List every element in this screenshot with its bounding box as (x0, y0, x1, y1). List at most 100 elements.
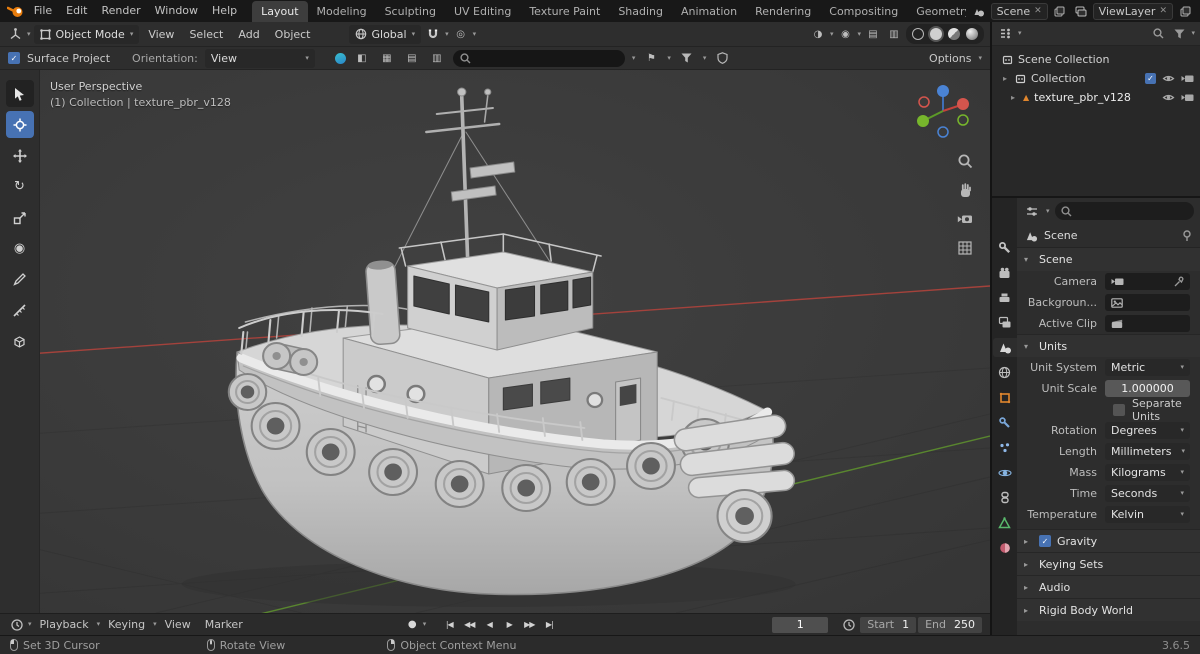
object-hide-eye-icon[interactable] (1161, 92, 1175, 104)
properties-editor-icon[interactable] (1023, 202, 1041, 220)
outliner-row-object[interactable]: ▸ ▲ texture_pbr_v128 (992, 88, 1200, 107)
camera-field[interactable] (1105, 273, 1190, 290)
section-rigid-body-world[interactable]: ▸ Rigid Body World (1017, 598, 1200, 621)
shading-solid-button[interactable] (928, 26, 944, 42)
tab-constraints[interactable] (993, 488, 1017, 507)
xray-toggle-icon[interactable]: ▥ (885, 25, 903, 43)
tool-transform[interactable]: ◉ (6, 235, 34, 262)
gizmo-z-axis[interactable] (937, 85, 949, 97)
overlays-toggle-icon[interactable]: ▤ (864, 25, 882, 43)
current-frame-field[interactable]: 1 (772, 616, 829, 633)
tool-measure[interactable] (6, 297, 34, 324)
workspace-tab-rendering[interactable]: Rendering (746, 1, 820, 22)
menu-file[interactable]: File (27, 0, 59, 22)
outliner-editor-icon[interactable] (997, 25, 1015, 43)
mode-dropdown[interactable]: Object Mode ▾ (33, 24, 140, 44)
workspace-tab-compositing[interactable]: Compositing (820, 1, 907, 22)
visibility-caret-icon[interactable]: ▾ (830, 30, 834, 38)
pan-hand-icon[interactable] (956, 181, 974, 199)
background-field[interactable] (1105, 294, 1190, 311)
workspace-tab-texture-paint[interactable]: Texture Paint (520, 1, 609, 22)
rotation-dropdown[interactable]: Degrees ▾ (1105, 422, 1190, 439)
transform-orientation-dropdown[interactable]: Global ▾ (348, 24, 422, 44)
tab-physics[interactable] (993, 463, 1017, 482)
new-viewlayer-icon[interactable] (1176, 2, 1194, 20)
filter-funnel-icon[interactable] (678, 49, 696, 67)
viewport-3d[interactable]: User Perspective (1) Collection | textur… (0, 70, 990, 613)
menu-window[interactable]: Window (148, 0, 205, 22)
auto-keying-caret-icon[interactable]: ▾ (423, 621, 427, 628)
workspace-tab-layout[interactable]: Layout (252, 1, 308, 22)
gizmo-z-neg[interactable] (937, 126, 949, 138)
snap-caret-icon[interactable]: ▾ (445, 30, 449, 38)
zoom-icon[interactable] (956, 152, 974, 170)
shading-wireframe-button[interactable] (910, 26, 926, 42)
collection-exclude-checkbox[interactable]: ✓ (1145, 73, 1156, 84)
snap-mode-b-icon[interactable]: ▦ (378, 49, 396, 67)
options-caret-icon[interactable]: ▾ (978, 54, 982, 62)
tab-world[interactable] (993, 363, 1017, 382)
tool-cursor[interactable] (5, 111, 34, 138)
menu-render[interactable]: Render (94, 0, 147, 22)
preview-range-clock-icon[interactable] (840, 616, 858, 634)
menu-view[interactable]: View (142, 22, 180, 47)
section-audio[interactable]: ▸ Audio (1017, 575, 1200, 598)
next-keyframe-button[interactable]: ▶▶ (520, 617, 538, 633)
jump-to-end-button[interactable]: ▶| (540, 617, 558, 633)
timeline-editor-icon[interactable] (8, 616, 26, 634)
object-render-camera-icon[interactable] (1180, 92, 1194, 104)
tool-add-cube[interactable] (6, 328, 34, 355)
options-label[interactable]: Options (929, 52, 971, 65)
menu-object[interactable]: Object (269, 22, 317, 47)
tab-modifiers[interactable] (993, 413, 1017, 432)
workspace-tab-geometry-nodes[interactable]: Geometry Noc (907, 1, 965, 22)
time-dropdown[interactable]: Seconds ▾ (1105, 485, 1190, 502)
workspace-tab-modeling[interactable]: Modeling (308, 1, 376, 22)
menu-edit[interactable]: Edit (59, 0, 94, 22)
viewlayer-browse-icon[interactable] (1072, 2, 1090, 20)
outliner-filter-icon[interactable] (1170, 25, 1188, 43)
workspace-tab-shading[interactable]: Shading (609, 1, 672, 22)
proportional-editing-icon[interactable]: ◎ (452, 25, 470, 43)
menu-timeline-view[interactable]: View (159, 618, 197, 631)
snap-mode-d-icon[interactable]: ▥ (428, 49, 446, 67)
gizmo-x-axis[interactable] (957, 98, 969, 110)
play-reverse-button[interactable]: ◀ (480, 617, 498, 633)
shading-rendered-button[interactable] (964, 26, 980, 42)
filter-caret-icon[interactable]: ▾ (703, 54, 707, 62)
timeline-editor-caret-icon[interactable]: ▾ (28, 621, 32, 628)
tab-tool[interactable] (993, 238, 1017, 257)
gizmo-y-neg[interactable] (957, 114, 969, 126)
tab-view-layer[interactable] (993, 313, 1017, 332)
tool-rotate[interactable]: ↻ (6, 173, 34, 200)
proportional-caret-icon[interactable]: ▾ (473, 30, 477, 38)
editor-type-3d-viewport-icon[interactable] (6, 25, 24, 43)
editor-type-caret-icon[interactable]: ▾ (27, 30, 31, 38)
gizmo-y-axis[interactable] (917, 115, 929, 127)
gravity-checkbox[interactable]: ✓ (1039, 535, 1051, 547)
tool-annotate[interactable] (6, 266, 34, 293)
collection-render-camera-icon[interactable] (1180, 73, 1194, 85)
properties-search-input[interactable] (1054, 202, 1194, 220)
tab-scene[interactable] (992, 338, 1017, 357)
mass-dropdown[interactable]: Kilograms ▾ (1105, 464, 1190, 481)
collection-expander-icon[interactable]: ▸ (1000, 74, 1010, 83)
search-caret-icon[interactable]: ▾ (632, 54, 636, 62)
scene-name-field[interactable]: Scene ✕ (990, 2, 1048, 20)
auto-keying-record-button[interactable]: ● (403, 617, 421, 633)
camera-view-icon[interactable] (956, 210, 974, 228)
menu-select[interactable]: Select (183, 22, 229, 47)
tugboat-model[interactable] (181, 87, 796, 607)
scenes-browse-icon[interactable] (970, 2, 988, 20)
outliner-row-collection[interactable]: ▸ Collection ✓ (992, 69, 1200, 88)
viewlayer-unlink-icon[interactable]: ✕ (1159, 6, 1167, 16)
object-visibility-dropdown-icon[interactable]: ◑ (809, 25, 827, 43)
gizmos-toggle-icon[interactable]: ◉ (836, 25, 854, 43)
frame-end-field[interactable]: End 250 (918, 616, 982, 633)
tab-object-data[interactable] (993, 513, 1017, 532)
pin-icon[interactable] (1182, 229, 1192, 242)
object-expander-icon[interactable]: ▸ (1008, 93, 1018, 102)
scene-unlink-icon[interactable]: ✕ (1034, 6, 1042, 16)
cursor-color-swatch[interactable] (334, 52, 346, 64)
properties-editor-caret-icon[interactable]: ▾ (1046, 207, 1050, 215)
